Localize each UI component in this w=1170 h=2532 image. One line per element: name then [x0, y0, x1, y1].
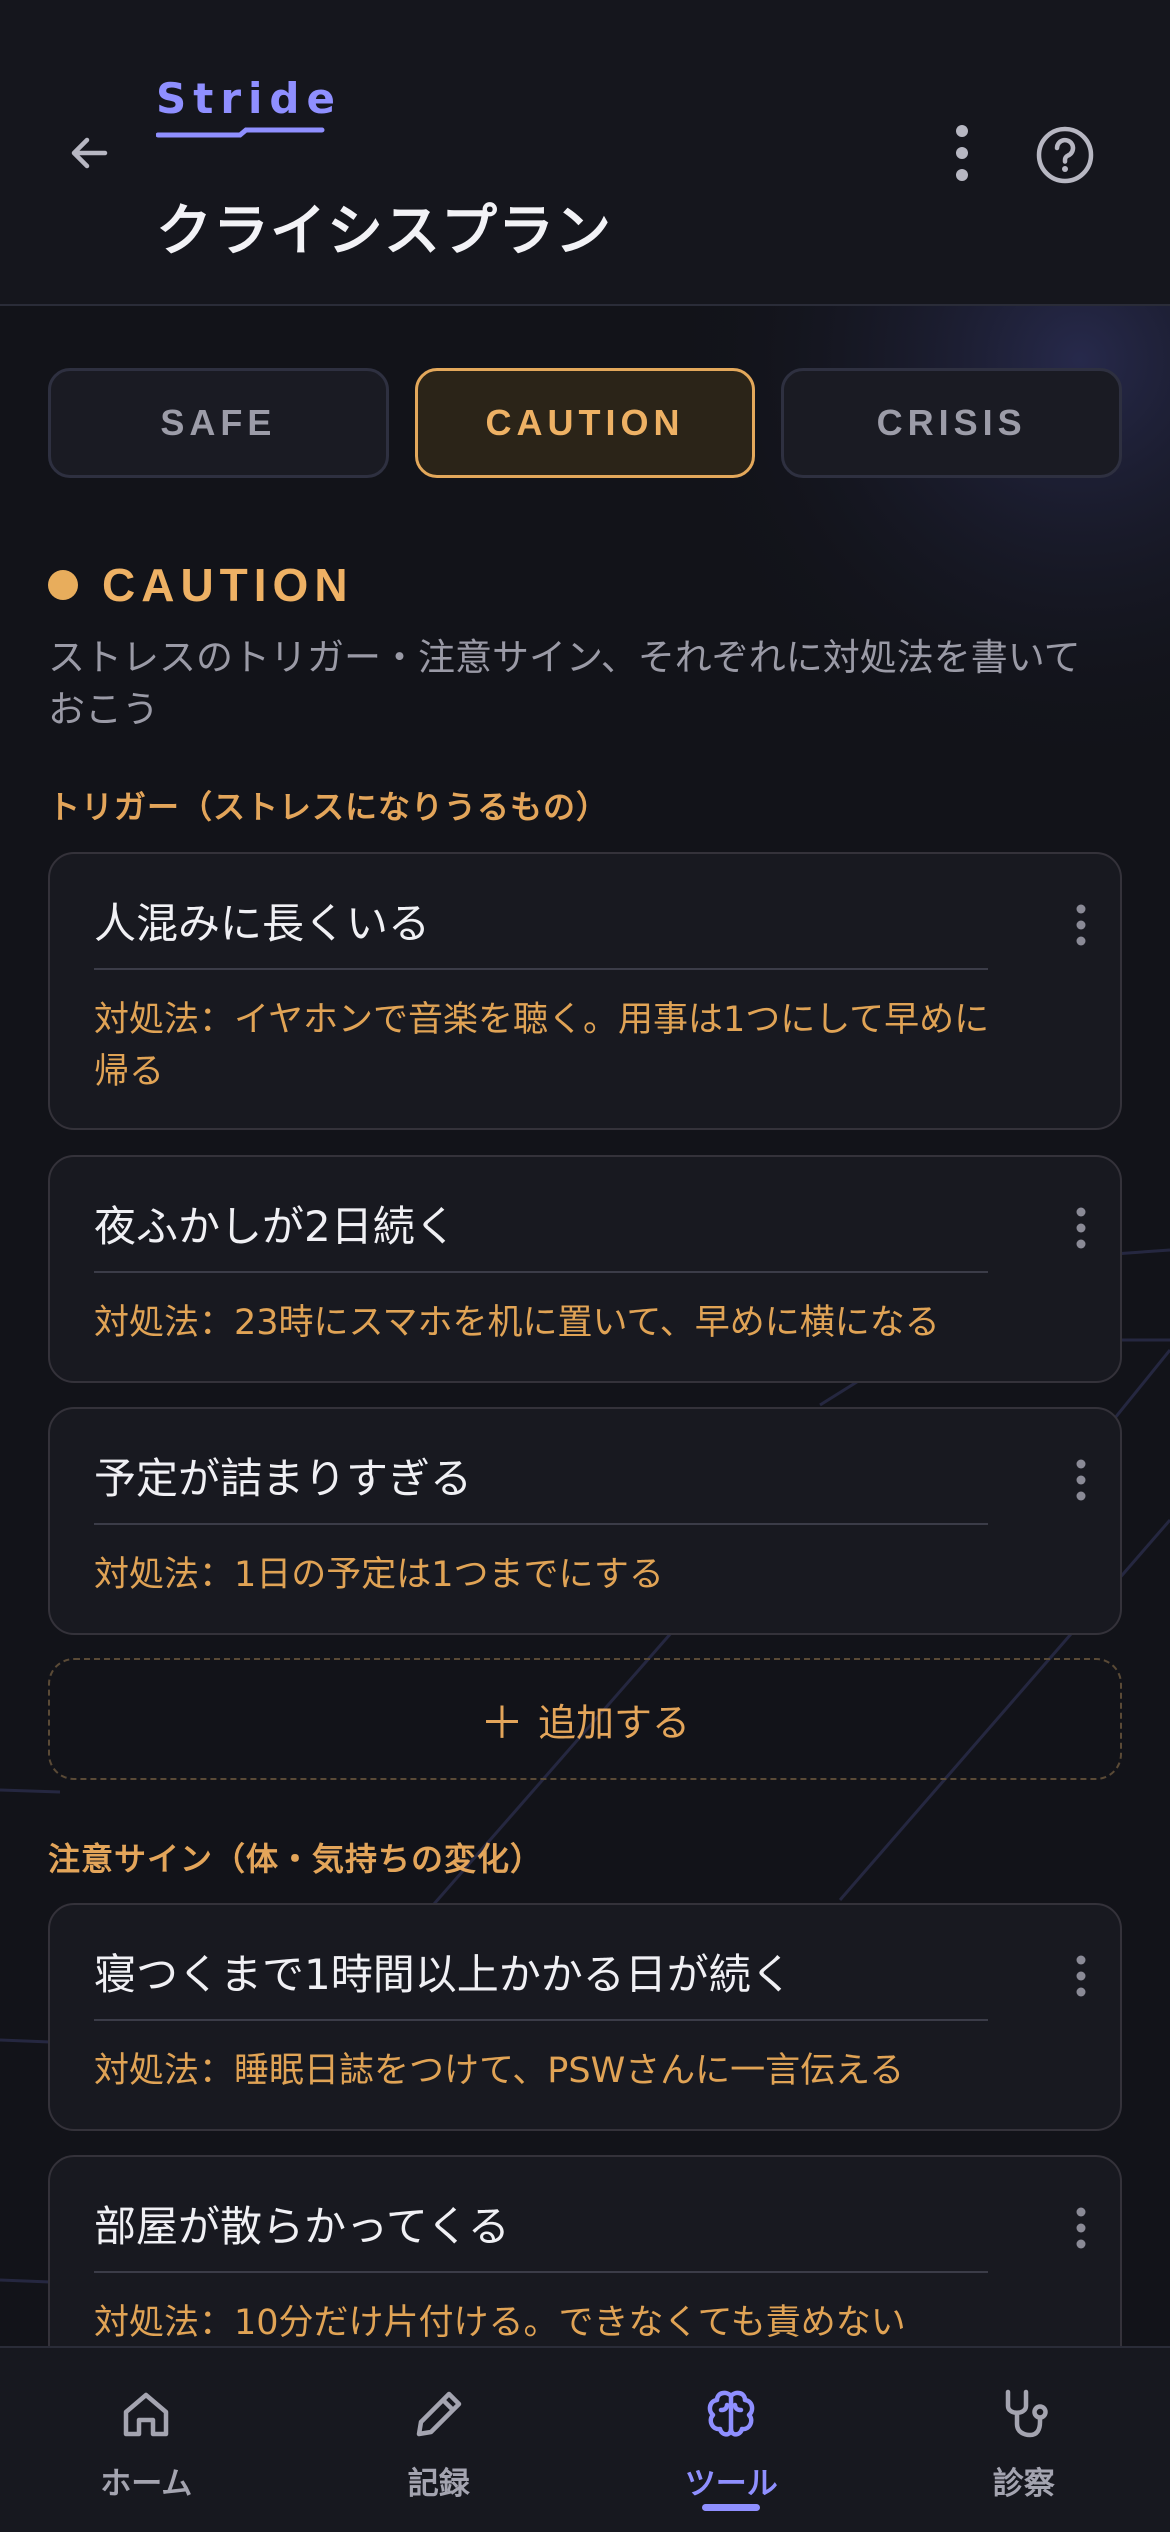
more-vertical-icon [1075, 903, 1087, 951]
trigger-card[interactable]: 人混みに長くいる 対処法：イヤホンで音楽を聴く。用事は1つにして早めに帰る [48, 852, 1122, 1130]
card-menu-button[interactable] [1066, 1447, 1096, 1517]
card-divider [94, 1271, 988, 1273]
card-action: 対処法：10分だけ片付ける。できなくても責めない [94, 2303, 906, 2343]
card-title: 寝つくまで1時間以上かかる日が続く [94, 1950, 793, 1999]
card-divider [94, 2271, 988, 2273]
card-divider [94, 2019, 988, 2021]
trigger-card[interactable]: 夜ふかしが2日続く 対処法：23時にスマホを机に置いて、早めに横になる [48, 1155, 1122, 1383]
card-action: 対処法：1日の予定は1つまでにする [94, 1555, 664, 1595]
home-icon [116, 2384, 176, 2444]
card-menu-button[interactable] [1066, 1195, 1096, 1265]
page-title: クライシスプラン [156, 199, 612, 264]
tab-crisis[interactable]: CRISIS [781, 368, 1123, 478]
back-button[interactable] [54, 120, 124, 190]
help-button[interactable] [1030, 122, 1100, 192]
tab-safe[interactable]: SAFE [48, 368, 389, 478]
nav-consultation[interactable]: 診察 [878, 2348, 1170, 2532]
plus-icon: ＋ [479, 1698, 524, 1749]
trigger-card[interactable]: 予定が詰まりすぎる 対処法：1日の予定は1つまでにする [48, 1407, 1122, 1635]
card-title: 予定が詰まりすぎる [94, 1454, 473, 1503]
pencil-icon [409, 2384, 469, 2444]
nav-home[interactable]: ホーム [0, 2348, 293, 2532]
triggers-label: トリガー（ストレスになりうるもの） [48, 788, 610, 826]
arrow-left-icon [65, 129, 113, 181]
level-heading: CAUTION [48, 558, 354, 612]
brand-underline [156, 127, 325, 138]
level-tabs: SAFE CAUTION CRISIS [48, 368, 1123, 478]
app-screen: Stride クライシスプラン SAFE CAUTION CRISIS CAUT… [0, 0, 1170, 2532]
tab-caution[interactable]: CAUTION [414, 368, 756, 478]
app-header: Stride クライシスプラン [0, 0, 1170, 306]
more-vertical-icon [1075, 2206, 1087, 2254]
stethoscope-icon [994, 2384, 1054, 2444]
card-title: 夜ふかしが2日続く [94, 1202, 457, 1251]
help-circle-icon [1035, 125, 1095, 189]
brand-logo: Stride [156, 74, 342, 139]
card-menu-button[interactable] [1066, 892, 1096, 962]
card-divider [94, 968, 988, 970]
more-vertical-icon [1075, 1458, 1087, 1506]
card-action: 対処法：イヤホンで音楽を聴く。用事は1つにして早めに帰る [94, 1000, 990, 1092]
caution-dot-icon [48, 570, 78, 600]
level-title: CAUTION [102, 559, 354, 611]
brain-icon [701, 2384, 761, 2444]
nav-label: 診察 [992, 2466, 1055, 2502]
more-vertical-icon [1075, 1954, 1087, 2002]
card-menu-button[interactable] [1066, 1943, 1096, 2013]
add-label: 追加する [537, 1700, 690, 1745]
nav-label: ホーム [100, 2466, 193, 2502]
level-description: ストレスのトリガー・注意サイン、それぞれに対処法を書いておこう [48, 636, 1081, 731]
nav-label: ツール [684, 2466, 778, 2502]
more-options-button[interactable] [940, 118, 984, 192]
card-menu-button[interactable] [1066, 2195, 1096, 2265]
bottom-navigation: ホーム 記録 ツール 診察 [0, 2346, 1170, 2532]
add-trigger-button[interactable]: ＋ 追加する [48, 1658, 1122, 1780]
card-action: 対処法：睡眠日誌をつけて、PSWさんに一言伝える [94, 2051, 905, 2091]
nav-tools[interactable]: ツール [585, 2348, 878, 2532]
more-vertical-icon [1075, 1206, 1087, 1254]
sign-card[interactable]: 寝つくまで1時間以上かかる日が続く 対処法：睡眠日誌をつけて、PSWさんに一言伝… [48, 1903, 1122, 2131]
more-vertical-icon [954, 123, 970, 187]
card-title: 人混みに長くいる [94, 899, 431, 948]
brand-name: Stride [156, 74, 342, 123]
nav-label: 記録 [407, 2466, 470, 2502]
card-action: 対処法：23時にスマホを机に置いて、早めに横になる [94, 1303, 940, 1343]
signs-label: 注意サイン（体・気持ちの変化） [48, 1840, 544, 1878]
card-title: 部屋が散らかってくる [94, 2202, 510, 2251]
nav-record[interactable]: 記録 [293, 2348, 586, 2532]
card-divider [94, 1523, 988, 1525]
active-indicator [702, 2504, 761, 2511]
